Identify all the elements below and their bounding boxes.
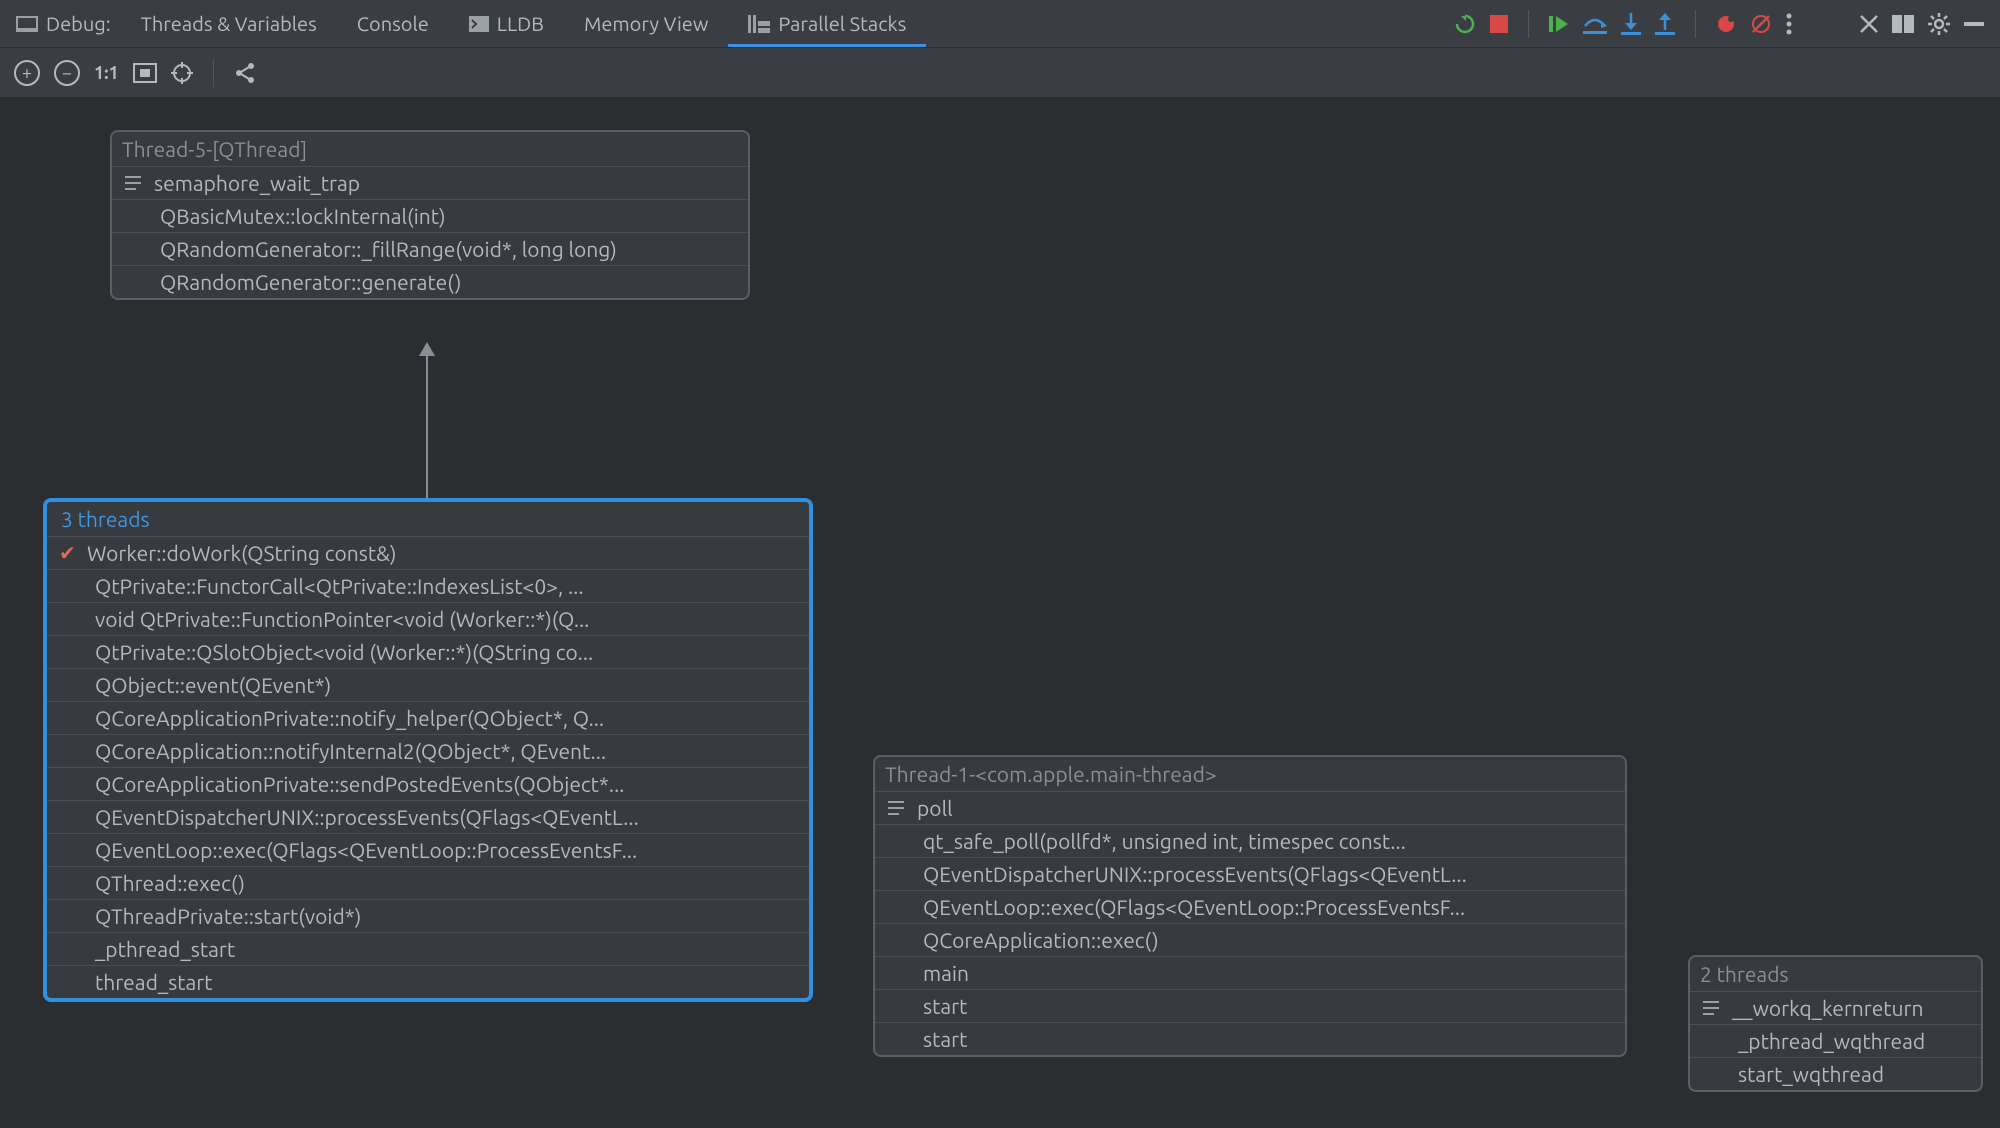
arrow-head-icon (419, 342, 435, 356)
frame-row[interactable]: poll (875, 791, 1625, 824)
frame-row[interactable]: start_wqthread (1690, 1057, 1981, 1090)
debug-action-bar (1444, 10, 1994, 38)
frame-row[interactable]: QCoreApplicationPrivate::sendPostedEvent… (47, 767, 809, 800)
stack-box-thread1[interactable]: Thread-1-<com.apple.main-thread> poll qt… (873, 755, 1627, 1057)
frame-row[interactable]: QCoreApplicationPrivate::notify_helper(Q… (47, 701, 809, 734)
resume-icon[interactable] (1549, 14, 1569, 34)
frame-row[interactable]: QEventLoop::exec(QFlags<QEventLoop::Proc… (47, 833, 809, 866)
close-icon[interactable] (1860, 15, 1878, 33)
frame-marker-icon (124, 175, 146, 191)
frame-row[interactable]: QObject::event(QEvent*) (47, 668, 809, 701)
frame-row[interactable]: QtPrivate::FunctorCall<QtPrivate::Indexe… (47, 569, 809, 602)
step-over-icon[interactable] (1583, 14, 1607, 34)
toolbar-divider (1528, 10, 1529, 38)
parallel-stacks-canvas[interactable]: Thread-5-[QThread] semaphore_wait_trap Q… (0, 98, 2000, 1128)
mute-breakpoints-icon[interactable] (1750, 13, 1772, 35)
zoom-out-button[interactable]: − (54, 60, 80, 86)
debug-panel-icon (16, 14, 38, 34)
minimize-icon[interactable] (1964, 22, 1984, 26)
stack-title: Thread-1-<com.apple.main-thread> (875, 757, 1625, 791)
stack-title: Thread-5-[QThread] (112, 132, 748, 166)
frame-marker-icon (887, 800, 909, 816)
frame-marker-icon (1702, 1000, 1724, 1016)
stack-box-2threads[interactable]: 2 threads __workq_kernreturn _pthread_wq… (1688, 955, 1983, 1092)
frame-row[interactable]: QEventDispatcherUNIX::processEvents(QFla… (47, 800, 809, 833)
frame-row[interactable]: semaphore_wait_trap (112, 166, 748, 199)
toolbar-divider (213, 59, 214, 87)
frame-row[interactable]: __workq_kernreturn (1690, 991, 1981, 1024)
frame-row[interactable]: start (875, 989, 1625, 1022)
step-into-icon[interactable] (1621, 13, 1641, 35)
frame-row[interactable]: QRandomGenerator::generate() (112, 265, 748, 298)
frame-row[interactable]: QThread::exec() (47, 866, 809, 899)
frame-row-current[interactable]: ✔ Worker::doWork(QString const&) (47, 536, 809, 569)
debug-title: Debug: (6, 12, 121, 35)
graph-toolbar: + − 1:1 (0, 48, 2000, 98)
zoom-in-button[interactable]: + (14, 60, 40, 86)
breakpoints-icon[interactable] (1716, 14, 1736, 34)
toolbar-divider (1695, 10, 1696, 38)
frame-row[interactable]: QtPrivate::QSlotObject<void (Worker::*)(… (47, 635, 809, 668)
debug-toolbar: Debug: Threads & Variables Console LLDB … (0, 0, 2000, 48)
frame-row[interactable]: thread_start (47, 965, 809, 998)
frame-row[interactable]: QEventDispatcherUNIX::processEvents(QFla… (875, 857, 1625, 890)
frame-row[interactable]: void QtPrivate::FunctionPointer<void (Wo… (47, 602, 809, 635)
frame-row[interactable]: _pthread_wqthread (1690, 1024, 1981, 1057)
debug-title-text: Debug: (46, 12, 111, 35)
rerun-icon[interactable] (1454, 13, 1476, 35)
step-out-icon[interactable] (1655, 13, 1675, 35)
stacks-icon (748, 15, 770, 33)
frame-row[interactable]: QBasicMutex::lockInternal(int) (112, 199, 748, 232)
fit-screen-icon[interactable] (133, 63, 157, 83)
frame-row[interactable]: QCoreApplication::notifyInternal2(QObjec… (47, 734, 809, 767)
frame-row[interactable]: QEventLoop::exec(QFlags<QEventLoop::Proc… (875, 890, 1625, 923)
tab-parallel-stacks[interactable]: Parallel Stacks (728, 0, 926, 47)
tab-lldb[interactable]: LLDB (449, 0, 564, 47)
terminal-icon (469, 16, 489, 32)
tab-console[interactable]: Console (337, 0, 449, 47)
target-icon[interactable] (171, 62, 193, 84)
frame-row[interactable]: start (875, 1022, 1625, 1055)
stop-icon[interactable] (1490, 15, 1508, 33)
more-icon[interactable] (1786, 13, 1792, 35)
tab-threads-variables[interactable]: Threads & Variables (121, 0, 337, 47)
stack-box-thread5[interactable]: Thread-5-[QThread] semaphore_wait_trap Q… (110, 130, 750, 300)
frame-row[interactable]: main (875, 956, 1625, 989)
frame-row[interactable]: QThreadPrivate::start(void*) (47, 899, 809, 932)
tab-memory-view[interactable]: Memory View (564, 0, 728, 47)
frame-row[interactable]: QRandomGenerator::_fillRange(void*, long… (112, 232, 748, 265)
stack-title: 3 threads (47, 502, 809, 536)
frame-row[interactable]: QCoreApplication::exec() (875, 923, 1625, 956)
layout-icon[interactable] (1892, 15, 1914, 33)
frame-row[interactable]: _pthread_start (47, 932, 809, 965)
frame-row[interactable]: qt_safe_poll(pollfd*, unsigned int, time… (875, 824, 1625, 857)
actual-size-button[interactable]: 1:1 (94, 63, 119, 83)
share-icon[interactable] (234, 62, 256, 84)
gear-icon[interactable] (1928, 13, 1950, 35)
stack-box-3threads[interactable]: 3 threads ✔ Worker::doWork(QString const… (43, 498, 813, 1002)
current-frame-icon: ✔ (59, 541, 79, 565)
stack-title: 2 threads (1690, 957, 1981, 991)
